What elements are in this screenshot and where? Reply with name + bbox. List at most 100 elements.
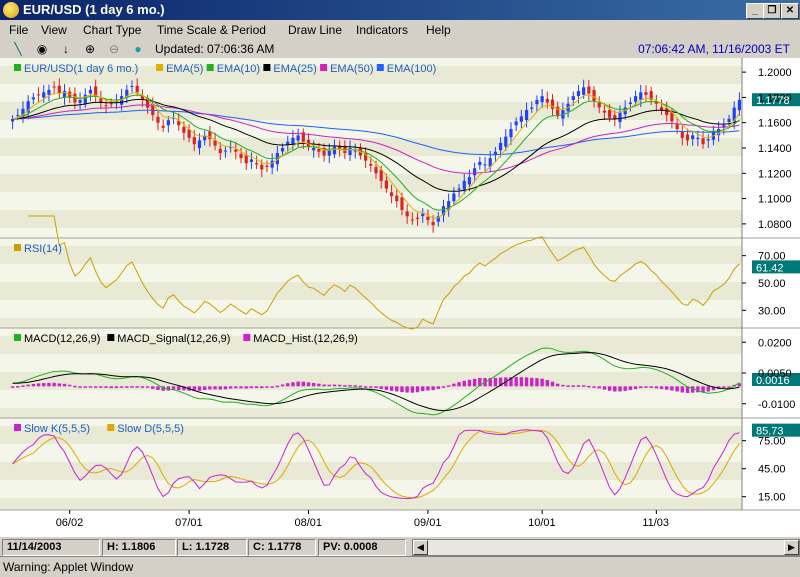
zoom-in-icon[interactable]: ⊕ [82,41,98,57]
minimize-button[interactable]: _ [746,3,764,19]
menu-chart-type[interactable]: Chart Type [83,23,141,37]
candle-body [421,213,425,217]
panel-band [0,210,742,228]
macd-hist-bar [628,386,633,391]
y-tick-label: 70.00 [758,251,786,263]
legend-swatch [320,64,328,71]
down-arrow-icon[interactable]: ↓ [58,41,74,57]
window-title: EUR/USD (1 day 6 mo.) [23,2,165,17]
macd-hist-bar [441,386,446,388]
y-tick-label: 1.1200 [758,168,792,180]
macd-hist-bar [73,385,77,388]
macd-hist-bar [249,386,254,389]
macd-hist-bar [597,386,601,389]
candle-body [312,148,316,151]
scroll-right-icon[interactable]: ▶ [784,540,799,555]
macd-hist-bar [571,385,575,387]
legend-label: EUR/USD(1 day 6 mo.) [24,63,138,75]
status-pv: PV: 0.0008 [318,539,406,556]
candle-body [197,140,202,148]
candle-body [99,98,103,103]
candle-body [270,160,274,168]
chart-area[interactable]: 1.20001.18001.16001.14001.12001.10001.08… [0,58,800,536]
macd-hist-bar [254,386,259,389]
candle-body [166,120,170,126]
candle-body [88,89,93,94]
candle-body [16,115,20,117]
legend-swatch [156,64,164,71]
macd-hist-bar [618,386,622,392]
macd-hist-bar [228,386,233,389]
candle-body [374,167,378,174]
scroll-left-icon[interactable]: ◀ [413,540,428,555]
macd-hist-bar [384,386,389,390]
macd-hist-bar [436,386,440,389]
zoom-out-icon[interactable]: ⊖ [106,41,122,57]
clock-readout: 07:06:42 AM, 11/16/2003 ET [638,42,790,56]
candle-body [618,112,622,123]
macd-hist-bar [545,379,550,387]
macd-hist-bar [280,384,285,387]
macd-hist-bar [421,386,425,392]
close-button[interactable]: ✕ [781,3,799,19]
last-value-label: 1.1778 [756,95,790,107]
macd-hist-bar [592,386,596,388]
macd-hist-bar [706,386,710,392]
last-value-label: 0.0016 [756,375,790,387]
candle-body [317,148,321,152]
status-close: C: 1.1778 [248,539,316,556]
candle-body [706,139,710,141]
maximize-button[interactable]: ❐ [763,3,781,19]
macd-hist-bar [462,380,466,387]
legend-swatch [206,64,214,71]
candle-body [680,131,684,138]
legend-swatch [14,334,21,341]
macd-hist-bar [467,379,472,387]
menu-file[interactable]: File [9,23,28,37]
line-tool-icon[interactable]: ╲ [10,41,26,57]
macd-hist-bar [644,386,648,388]
menu-draw-line[interactable]: Draw Line [288,23,342,37]
menu-view[interactable]: View [41,23,67,37]
menu-indicators[interactable]: Indicators [356,23,408,37]
macd-hist-bar [680,386,684,393]
macd-hist-bar [493,377,498,387]
candle-body [369,163,373,166]
candle-body [249,159,254,162]
refresh-icon[interactable]: ● [130,41,146,57]
candle-body [405,211,409,217]
candle-body [130,86,134,88]
x-tick-label: 10/01 [528,517,556,529]
macd-hist-bar [119,386,124,388]
candle-body [234,149,238,152]
macd-hist-bar [16,386,20,388]
toolbar: ╲ ◉ ↓ ⊕ ⊖ ● Updated: 07:06:36 AM 07:06:4… [0,40,800,59]
macd-hist-bar [301,381,306,387]
candle-body [239,153,243,159]
macd-hist-bar [104,386,108,388]
candle-body [104,105,108,107]
candle-body [467,177,472,185]
candle-body [161,125,165,128]
crosshair-icon[interactable]: ◉ [34,41,50,57]
legend-label: EMA(10) [217,63,260,75]
menu-help[interactable]: Help [426,23,451,37]
candle-body [540,96,544,103]
candle-body [675,124,679,130]
candle-body [280,148,285,152]
menu-time-scale[interactable]: Time Scale & Period [157,23,266,37]
macd-hist-bar [587,385,591,388]
candle-body [727,118,731,123]
macd-hist-bar [369,386,373,388]
macd-hist-bar [623,386,627,391]
candle-body [509,129,513,138]
macd-hist-bar [431,386,435,391]
candle-body [592,90,596,102]
candle-body [47,89,51,95]
horizontal-scrollbar[interactable]: ◀ ▶ [412,539,800,556]
macd-hist-bar [389,386,394,391]
x-tick-label: 06/02 [56,517,84,529]
macd-hist-bar [675,386,679,392]
candle-body [410,219,414,221]
candle-body [431,222,435,226]
